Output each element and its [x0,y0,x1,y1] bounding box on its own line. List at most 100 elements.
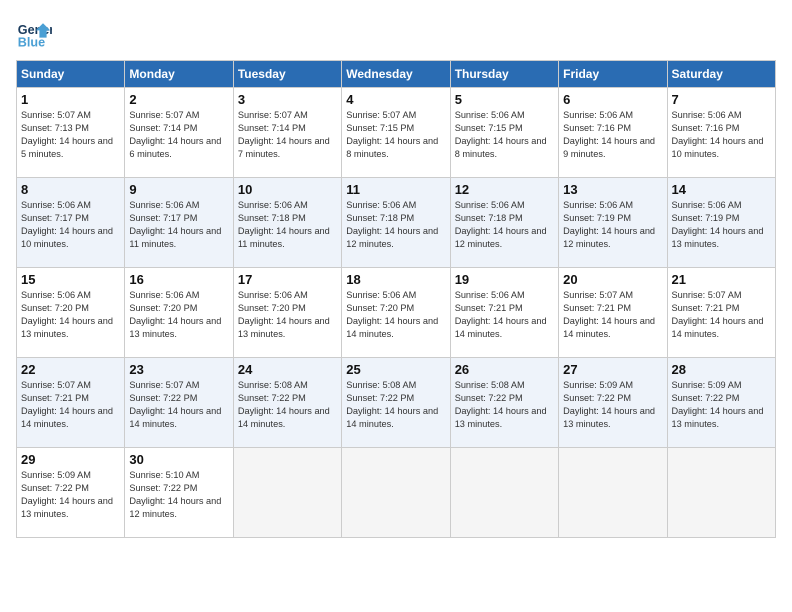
day-number: 6 [563,92,662,107]
day-number: 24 [238,362,337,377]
day-number: 16 [129,272,228,287]
cell-details: Sunrise: 5:10 AMSunset: 7:22 PMDaylight:… [129,469,228,521]
cell-details: Sunrise: 5:06 AMSunset: 7:16 PMDaylight:… [672,109,771,161]
day-number: 25 [346,362,445,377]
table-row: 23 Sunrise: 5:07 AMSunset: 7:22 PMDayligh… [125,358,233,448]
table-row: 13 Sunrise: 5:06 AMSunset: 7:19 PMDayligh… [559,178,667,268]
cell-details: Sunrise: 5:06 AMSunset: 7:15 PMDaylight:… [455,109,554,161]
day-number: 14 [672,182,771,197]
calendar-week-row: 29 Sunrise: 5:09 AMSunset: 7:22 PMDayligh… [17,448,776,538]
calendar-week-row: 22 Sunrise: 5:07 AMSunset: 7:21 PMDayligh… [17,358,776,448]
cell-details: Sunrise: 5:09 AMSunset: 7:22 PMDaylight:… [563,379,662,431]
cell-details: Sunrise: 5:06 AMSunset: 7:16 PMDaylight:… [563,109,662,161]
cell-details: Sunrise: 5:08 AMSunset: 7:22 PMDaylight:… [346,379,445,431]
cell-details: Sunrise: 5:08 AMSunset: 7:22 PMDaylight:… [238,379,337,431]
table-row: 6 Sunrise: 5:06 AMSunset: 7:16 PMDaylight… [559,88,667,178]
cell-details: Sunrise: 5:07 AMSunset: 7:14 PMDaylight:… [129,109,228,161]
table-row: 26 Sunrise: 5:08 AMSunset: 7:22 PMDayligh… [450,358,558,448]
col-header-monday: Monday [125,61,233,88]
table-row: 28 Sunrise: 5:09 AMSunset: 7:22 PMDayligh… [667,358,775,448]
day-number: 17 [238,272,337,287]
table-row: 5Sunrise: 5:06 AMSunset: 7:15 PMDaylight… [450,88,558,178]
table-row: 27 Sunrise: 5:09 AMSunset: 7:22 PMDayligh… [559,358,667,448]
col-header-saturday: Saturday [667,61,775,88]
day-number: 8 [21,182,120,197]
cell-details: Sunrise: 5:07 AMSunset: 7:21 PMDaylight:… [672,289,771,341]
col-header-friday: Friday [559,61,667,88]
day-number: 30 [129,452,228,467]
cell-details: Sunrise: 5:07 AMSunset: 7:15 PMDaylight:… [346,109,445,161]
day-number: 13 [563,182,662,197]
table-row: 19Sunrise: 5:06 AMSunset: 7:21 PMDayligh… [450,268,558,358]
logo-icon: General Blue [16,16,52,52]
calendar-week-row: 8 Sunrise: 5:06 AMSunset: 7:17 PMDaylight… [17,178,776,268]
cell-details: Sunrise: 5:09 AMSunset: 7:22 PMDaylight:… [672,379,771,431]
table-row: 9 Sunrise: 5:06 AMSunset: 7:17 PMDaylight… [125,178,233,268]
calendar-week-row: 1 Sunrise: 5:07 AMSunset: 7:13 PMDaylight… [17,88,776,178]
table-row: 8 Sunrise: 5:06 AMSunset: 7:17 PMDaylight… [17,178,125,268]
table-row: 17 Sunrise: 5:06 AMSunset: 7:20 PMDayligh… [233,268,341,358]
day-number: 27 [563,362,662,377]
cell-details: Sunrise: 5:07 AMSunset: 7:13 PMDaylight:… [21,109,120,161]
cell-details: Sunrise: 5:06 AMSunset: 7:19 PMDaylight:… [672,199,771,251]
table-row: 10 Sunrise: 5:06 AMSunset: 7:18 PMDayligh… [233,178,341,268]
table-row: 14 Sunrise: 5:06 AMSunset: 7:19 PMDayligh… [667,178,775,268]
day-number: 1 [21,92,120,107]
day-number: 12 [455,182,554,197]
table-row: 22 Sunrise: 5:07 AMSunset: 7:21 PMDayligh… [17,358,125,448]
table-row: 25 Sunrise: 5:08 AMSunset: 7:22 PMDayligh… [342,358,450,448]
cell-details: Sunrise: 5:06 AMSunset: 7:18 PMDaylight:… [238,199,337,251]
col-header-wednesday: Wednesday [342,61,450,88]
svg-text:Blue: Blue [18,36,45,50]
cell-details: Sunrise: 5:06 AMSunset: 7:18 PMDaylight:… [455,199,554,251]
day-number: 15 [21,272,120,287]
day-number: 9 [129,182,228,197]
table-row: 15 Sunrise: 5:06 AMSunset: 7:20 PMDayligh… [17,268,125,358]
day-number: 22 [21,362,120,377]
table-row [342,448,450,538]
cell-details: Sunrise: 5:06 AMSunset: 7:20 PMDaylight:… [238,289,337,341]
cell-details: Sunrise: 5:07 AMSunset: 7:22 PMDaylight:… [129,379,228,431]
table-row: 21 Sunrise: 5:07 AMSunset: 7:21 PMDayligh… [667,268,775,358]
calendar-week-row: 15 Sunrise: 5:06 AMSunset: 7:20 PMDayligh… [17,268,776,358]
cell-details: Sunrise: 5:06 AMSunset: 7:20 PMDaylight:… [346,289,445,341]
logo: General Blue [16,16,52,52]
cell-details: Sunrise: 5:06 AMSunset: 7:17 PMDaylight:… [129,199,228,251]
table-row: 3 Sunrise: 5:07 AMSunset: 7:14 PMDaylight… [233,88,341,178]
day-number: 21 [672,272,771,287]
col-header-sunday: Sunday [17,61,125,88]
cell-details: Sunrise: 5:06 AMSunset: 7:20 PMDaylight:… [21,289,120,341]
cell-details: Sunrise: 5:09 AMSunset: 7:22 PMDaylight:… [21,469,120,521]
cell-details: Sunrise: 5:06 AMSunset: 7:19 PMDaylight:… [563,199,662,251]
day-number: 29 [21,452,120,467]
table-row: 7Sunrise: 5:06 AMSunset: 7:16 PMDaylight… [667,88,775,178]
day-number: 23 [129,362,228,377]
day-number: 28 [672,362,771,377]
table-row [450,448,558,538]
table-row: 4 Sunrise: 5:07 AMSunset: 7:15 PMDaylight… [342,88,450,178]
table-row: 29 Sunrise: 5:09 AMSunset: 7:22 PMDayligh… [17,448,125,538]
col-header-thursday: Thursday [450,61,558,88]
col-header-tuesday: Tuesday [233,61,341,88]
table-row: 12 Sunrise: 5:06 AMSunset: 7:18 PMDayligh… [450,178,558,268]
table-row: 18 Sunrise: 5:06 AMSunset: 7:20 PMDayligh… [342,268,450,358]
table-row: 16 Sunrise: 5:06 AMSunset: 7:20 PMDayligh… [125,268,233,358]
table-row [667,448,775,538]
cell-details: Sunrise: 5:07 AMSunset: 7:14 PMDaylight:… [238,109,337,161]
table-row: 2Sunrise: 5:07 AMSunset: 7:14 PMDaylight… [125,88,233,178]
table-row [559,448,667,538]
day-number: 10 [238,182,337,197]
day-number: 20 [563,272,662,287]
day-number: 11 [346,182,445,197]
header-row: SundayMondayTuesdayWednesdayThursdayFrid… [17,61,776,88]
cell-details: Sunrise: 5:06 AMSunset: 7:20 PMDaylight:… [129,289,228,341]
cell-details: Sunrise: 5:08 AMSunset: 7:22 PMDaylight:… [455,379,554,431]
day-number: 18 [346,272,445,287]
table-row: 30 Sunrise: 5:10 AMSunset: 7:22 PMDayligh… [125,448,233,538]
cell-details: Sunrise: 5:07 AMSunset: 7:21 PMDaylight:… [21,379,120,431]
header: General Blue [16,16,776,52]
day-number: 4 [346,92,445,107]
day-number: 26 [455,362,554,377]
day-number: 3 [238,92,337,107]
cell-details: Sunrise: 5:06 AMSunset: 7:17 PMDaylight:… [21,199,120,251]
